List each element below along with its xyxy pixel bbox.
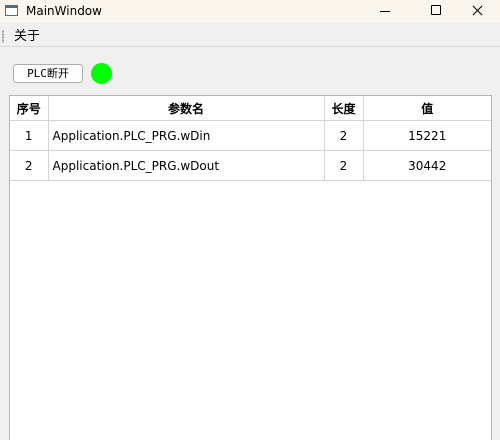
connection-status-indicator — [91, 63, 112, 84]
close-icon[interactable] — [454, 0, 500, 23]
cell-index[interactable]: 2 — [10, 150, 49, 181]
plc-disconnect-button[interactable]: PLC断开 — [13, 64, 83, 83]
main-window: MainWindow 关于 PLC断开 序号 参数名 长度 值 1 Applic… — [0, 0, 500, 440]
maximize-icon[interactable] — [412, 0, 458, 23]
cell-value[interactable]: 30442 — [363, 150, 491, 181]
table-row[interactable]: 1 Application.PLC_PRG.wDin 2 15221 — [10, 120, 491, 151]
title-bar[interactable]: MainWindow — [0, 0, 500, 23]
window-title: MainWindow — [26, 4, 102, 18]
cell-index[interactable]: 1 — [10, 120, 49, 151]
cell-value[interactable]: 15221 — [363, 120, 491, 151]
column-header-index[interactable]: 序号 — [10, 96, 49, 121]
minimize-icon[interactable] — [362, 0, 408, 23]
window-app-icon — [5, 5, 18, 16]
column-header-length[interactable]: 长度 — [324, 96, 364, 121]
table-row[interactable]: 2 Application.PLC_PRG.wDout 2 30442 — [10, 150, 491, 181]
table-header-row: 序号 参数名 长度 值 — [10, 96, 491, 121]
menu-item-about[interactable]: 关于 — [14, 28, 40, 45]
column-header-name[interactable]: 参数名 — [48, 96, 325, 121]
cell-name[interactable]: Application.PLC_PRG.wDin — [48, 120, 325, 151]
menu-bar: 关于 — [0, 27, 500, 47]
cell-length[interactable]: 2 — [324, 150, 364, 181]
cell-name[interactable]: Application.PLC_PRG.wDout — [48, 150, 325, 181]
cell-length[interactable]: 2 — [324, 120, 364, 151]
menu-grip-handle — [2, 30, 4, 43]
parameter-table[interactable]: 序号 参数名 长度 值 1 Application.PLC_PRG.wDin 2… — [9, 95, 492, 440]
column-header-value[interactable]: 值 — [363, 96, 491, 121]
